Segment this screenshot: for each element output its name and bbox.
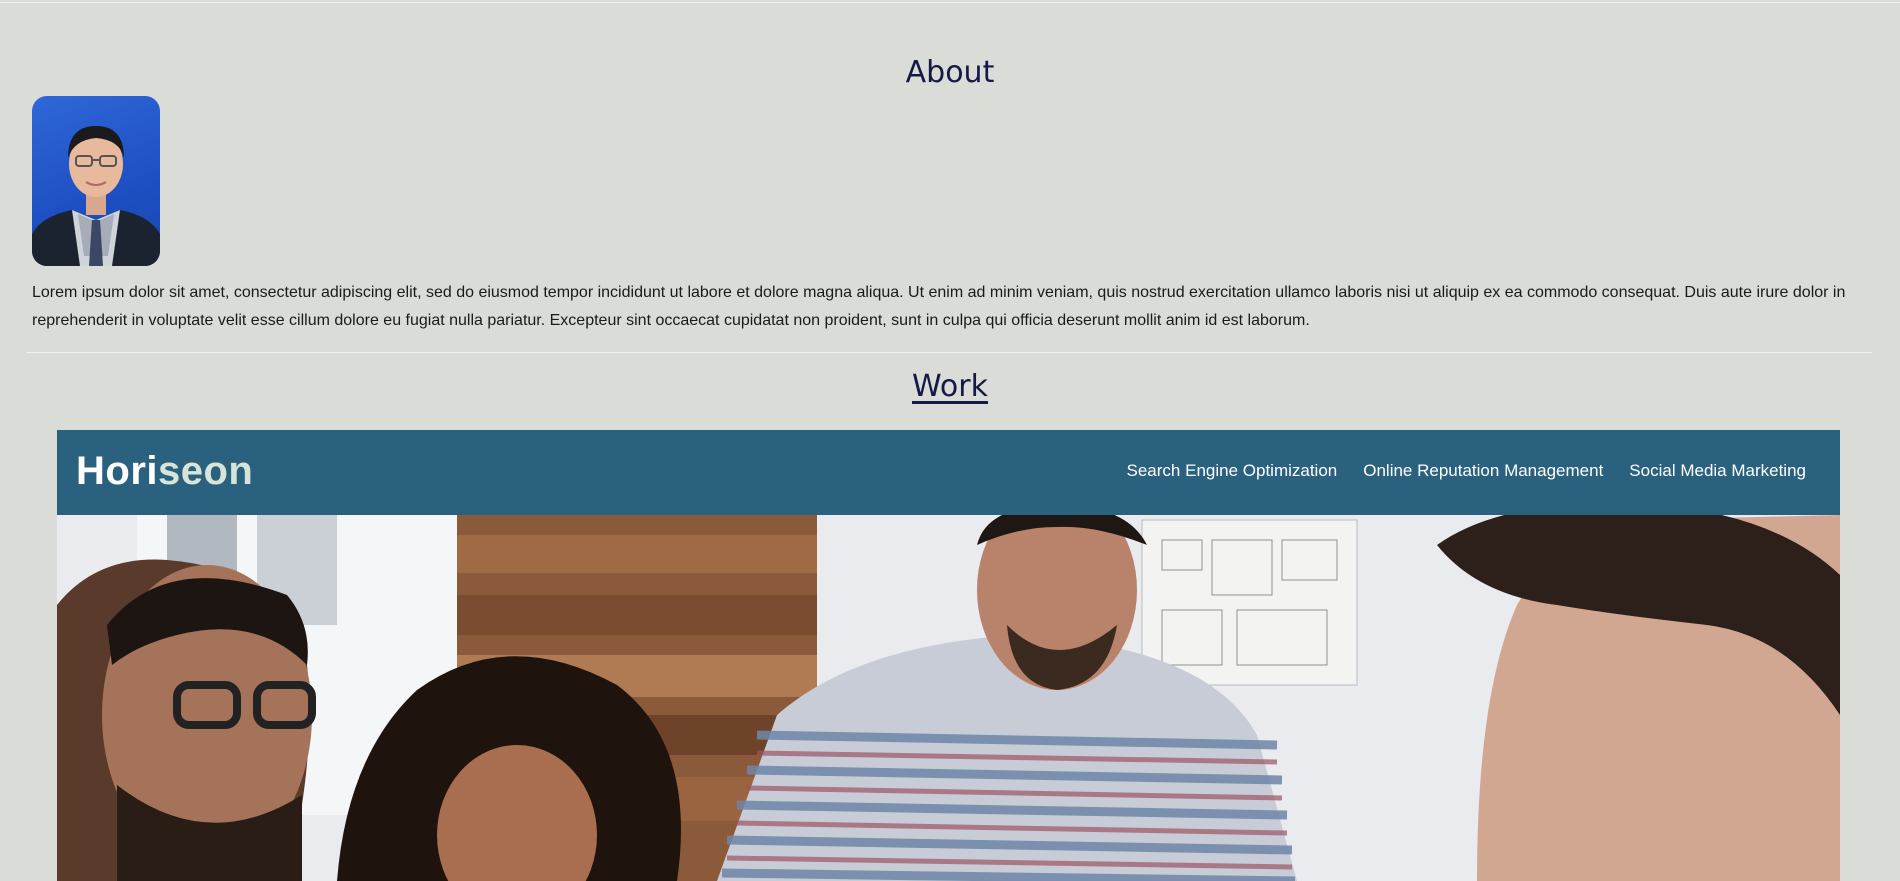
work-heading[interactable]: Work — [0, 369, 1900, 404]
project-header: Horiseon Search Engine Optimization Onli… — [57, 430, 1840, 515]
section-divider — [26, 352, 1872, 353]
project-logo: Horiseon — [76, 449, 253, 494]
profile-photo — [32, 96, 160, 266]
nav-item-social[interactable]: Social Media Marketing — [1629, 461, 1806, 481]
hero-photo — [57, 515, 1840, 881]
work-heading-link[interactable]: Work — [912, 369, 988, 404]
person-portrait-icon — [32, 126, 160, 266]
project-nav: Search Engine Optimization Online Reputa… — [1127, 461, 1806, 481]
nav-item-reputation[interactable]: Online Reputation Management — [1363, 461, 1603, 481]
about-heading: About — [905, 55, 995, 90]
top-rule — [0, 2, 1900, 3]
about-description: Lorem ipsum dolor sit amet, consectetur … — [32, 284, 1846, 329]
nav-item-seo[interactable]: Search Engine Optimization — [1127, 461, 1338, 481]
logo-part2: seon — [158, 449, 254, 493]
project-preview[interactable]: Horiseon Search Engine Optimization Onli… — [57, 430, 1840, 881]
logo-part1: Hori — [76, 449, 158, 493]
